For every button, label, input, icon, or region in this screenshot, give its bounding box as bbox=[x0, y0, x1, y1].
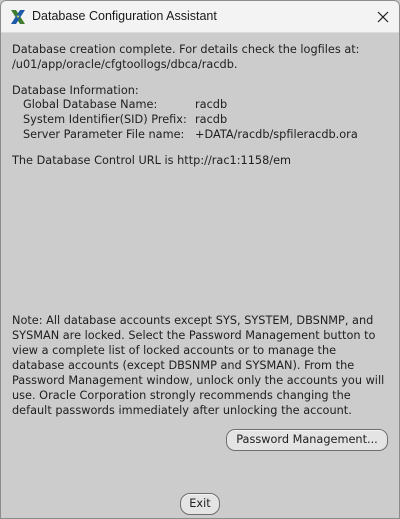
note-line: use. Oracle Corporation strongly recomme… bbox=[12, 389, 351, 402]
dbca-dialog-window: Database Configuration Assistant Databas… bbox=[0, 0, 400, 519]
info-value: +DATA/racdb/spfileracdb.ora bbox=[195, 128, 358, 141]
note-line: view a complete list of locked accounts … bbox=[12, 344, 337, 357]
close-icon bbox=[377, 11, 389, 23]
info-label: System Identifier(SID) Prefix: bbox=[23, 113, 187, 126]
info-value: racdb bbox=[195, 98, 228, 111]
info-row-sid-prefix: System Identifier(SID) Prefix: racdb bbox=[23, 112, 383, 127]
note-line: default passwords immediately after unlo… bbox=[12, 404, 352, 417]
logfile-path: /u01/app/oracle/cfgtoollogs/dbca/racdb. bbox=[12, 58, 238, 71]
info-row-spfile-name: Server Parameter File name: +DATA/racdb/… bbox=[23, 127, 383, 142]
note-line: database accounts (except DBSNMP and SYS… bbox=[12, 359, 355, 372]
note-line: Password Management window, unlock only … bbox=[12, 374, 385, 387]
db-info-heading: Database Information: bbox=[12, 84, 139, 97]
note-line: Note: All database accounts except SYS, … bbox=[12, 314, 374, 327]
title-bar[interactable]: Database Configuration Assistant bbox=[1, 1, 399, 33]
password-management-button[interactable]: Password Management... bbox=[226, 429, 388, 451]
info-label: Server Parameter File name: bbox=[23, 128, 185, 141]
oracle-x-logo-icon bbox=[10, 9, 26, 25]
info-value: racdb bbox=[195, 113, 228, 126]
note-line: SYSMAN are locked. Select the Password M… bbox=[12, 329, 376, 342]
completion-message: Database creation complete. For details … bbox=[12, 43, 360, 56]
close-button[interactable] bbox=[367, 1, 399, 33]
info-label: Global Database Name: bbox=[23, 98, 158, 111]
control-url-text: The Database Control URL is http://rac1:… bbox=[12, 154, 292, 167]
window-title: Database Configuration Assistant bbox=[32, 9, 217, 23]
dialog-content: Database creation complete. For details … bbox=[1, 33, 399, 518]
exit-button[interactable]: Exit bbox=[180, 493, 220, 515]
info-row-global-db-name: Global Database Name: racdb bbox=[23, 97, 383, 112]
note-paragraph: Note: All database accounts except SYS, … bbox=[12, 313, 392, 418]
